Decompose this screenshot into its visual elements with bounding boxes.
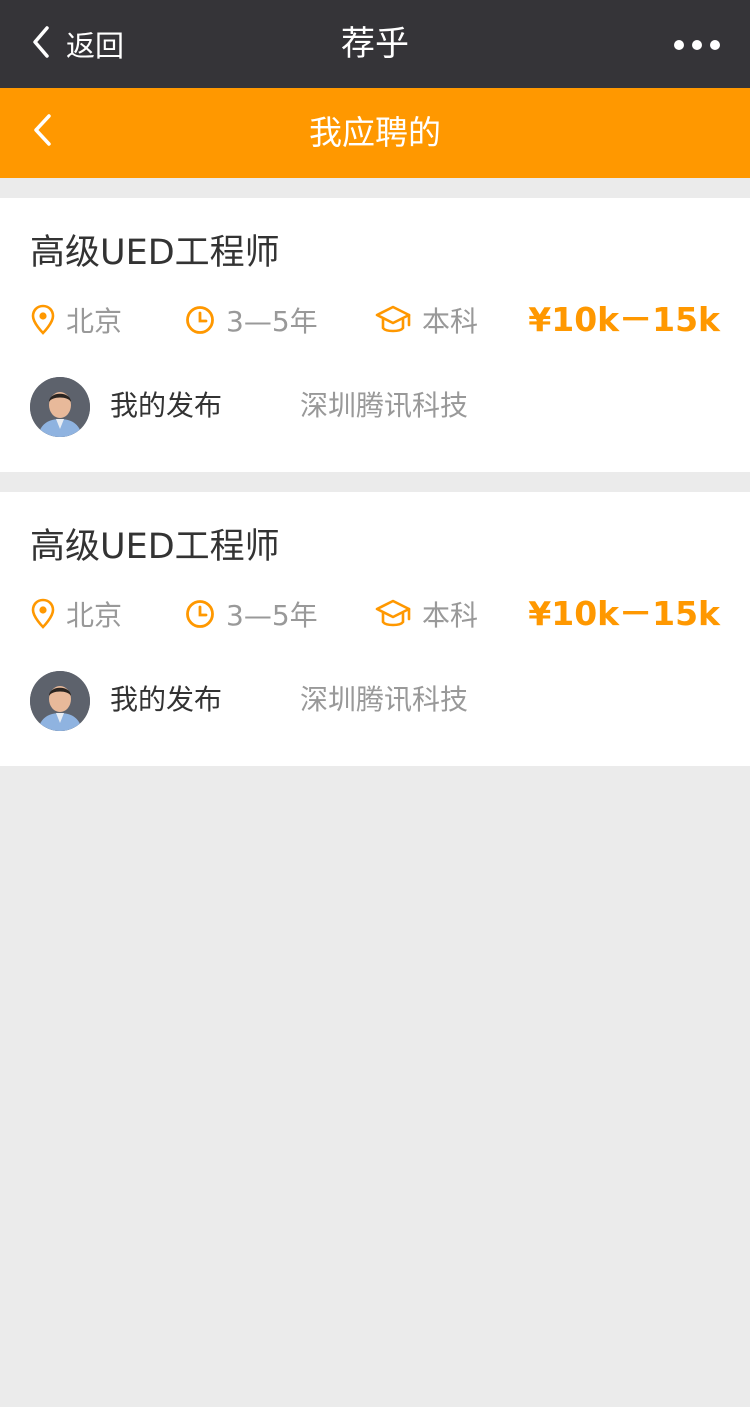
salary: ¥10k－15k	[528, 300, 720, 339]
more-options-button[interactable]	[674, 40, 720, 50]
avatar	[30, 377, 90, 437]
company-name: 深圳腾讯科技	[300, 683, 469, 716]
job-card[interactable]: 高级UED工程师 北京 3—5年 本科 ¥10k－15k 我的发布 深圳腾讯科技	[0, 198, 750, 472]
job-card[interactable]: 高级UED工程师 北京 3—5年 本科 ¥10k－15k 我的发布 深圳腾讯科技	[0, 492, 750, 766]
job-location: 北京	[30, 302, 122, 342]
job-education: 本科	[374, 596, 478, 636]
clock-icon	[184, 304, 216, 340]
job-experience: 3—5年	[184, 302, 318, 342]
job-education: 本科	[374, 302, 478, 342]
location-pin-icon	[30, 304, 56, 340]
clock-icon	[184, 598, 216, 634]
salary: ¥10k－15k	[528, 594, 720, 633]
poster-label: 我的发布	[110, 683, 223, 716]
graduation-cap-icon	[374, 304, 412, 340]
poster-label: 我的发布	[110, 389, 223, 422]
education-text: 本科	[422, 305, 479, 338]
wechat-title: 荐乎	[341, 24, 409, 64]
job-title: 高级UED工程师	[30, 527, 280, 567]
location-text: 北京	[66, 305, 123, 338]
job-title: 高级UED工程师	[30, 233, 280, 273]
page-title: 我应聘的	[309, 113, 441, 152]
education-text: 本科	[422, 599, 479, 632]
avatar	[30, 671, 90, 731]
wechat-title-bar: 返回 荐乎	[0, 0, 750, 88]
experience-text: 3—5年	[226, 599, 318, 632]
more-dot-icon	[692, 40, 702, 50]
job-location: 北京	[30, 596, 122, 636]
more-dot-icon	[710, 40, 720, 50]
location-text: 北京	[66, 599, 123, 632]
job-experience: 3—5年	[184, 596, 318, 636]
graduation-cap-icon	[374, 598, 412, 634]
company-name: 深圳腾讯科技	[300, 389, 469, 422]
more-dot-icon	[674, 40, 684, 50]
experience-text: 3—5年	[226, 305, 318, 338]
location-pin-icon	[30, 598, 56, 634]
page-header: 我应聘的	[0, 88, 750, 178]
